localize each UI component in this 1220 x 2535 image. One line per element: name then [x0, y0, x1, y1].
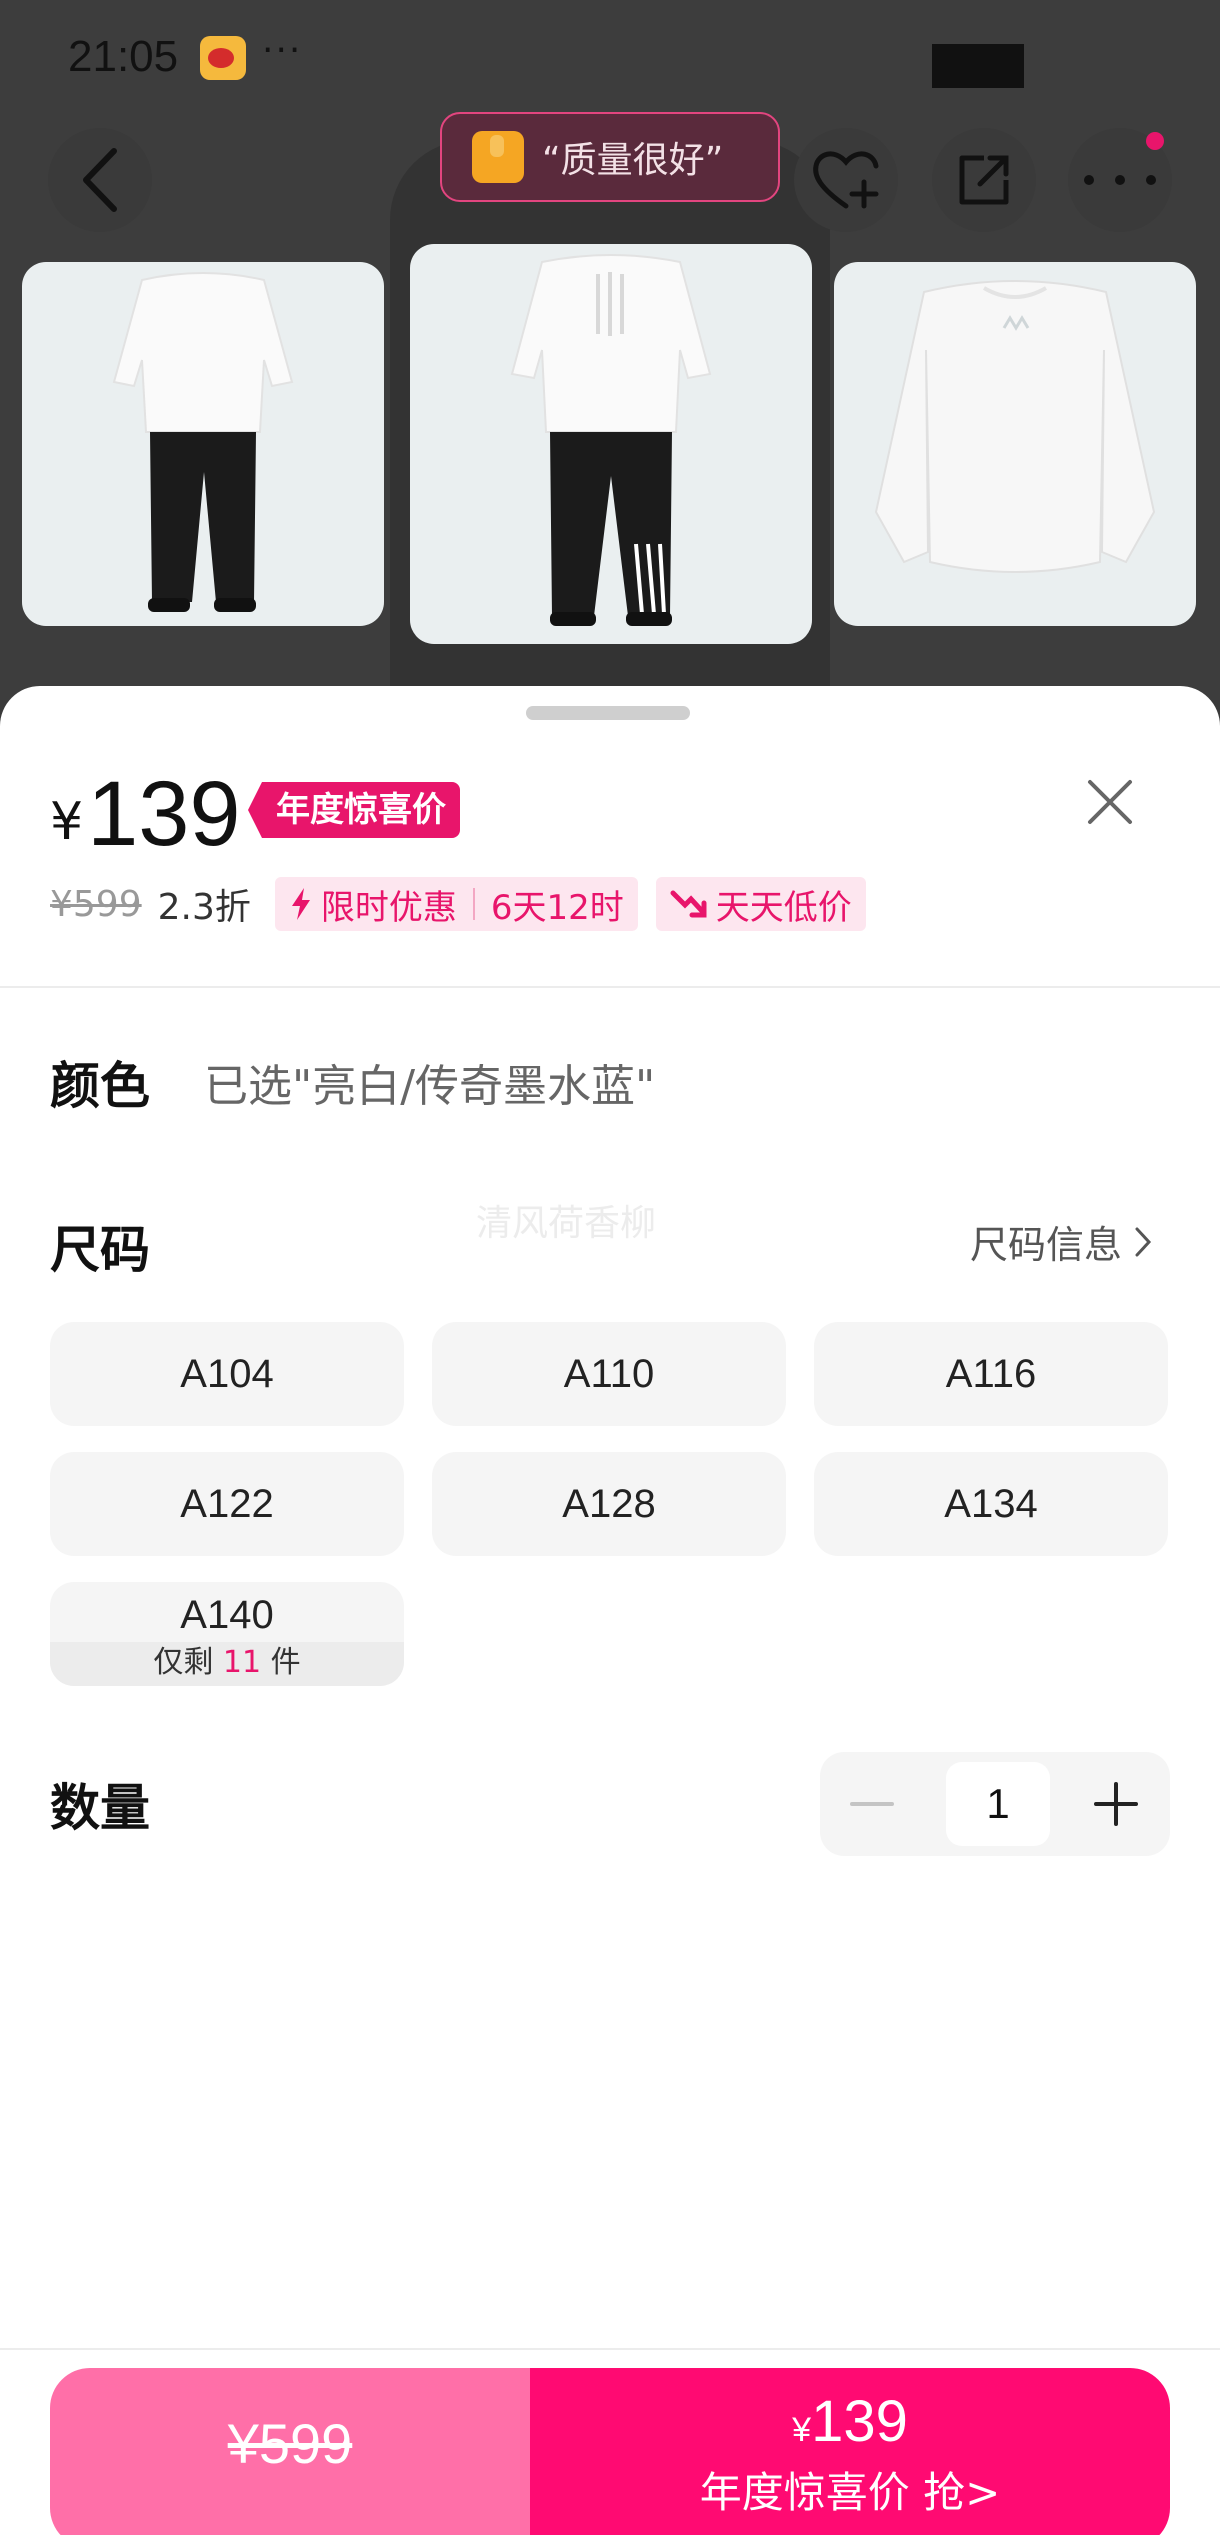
outfit-back-image [510, 254, 712, 626]
promo-price-badge: 年度惊喜价 [248, 782, 460, 838]
buy-currency: ¥ [792, 2411, 812, 2449]
status-indicators [932, 44, 1024, 88]
color-section-label: 颜色 [50, 1057, 150, 1115]
low-stock-count: 11 [222, 1645, 262, 1680]
size-option-a140[interactable]: A140 仅剩 11 件 [50, 1582, 404, 1686]
minus-icon [850, 1802, 894, 1806]
more-icon [1084, 175, 1156, 185]
buy-price-value: 139 [811, 2389, 908, 2454]
size-info-link[interactable]: 尺码信息 [970, 1214, 1152, 1269]
quantity-stepper: 1 [820, 1752, 1170, 1856]
size-option-a134[interactable]: A134 [814, 1452, 1168, 1556]
tag-separator [472, 888, 475, 920]
original-price-button[interactable]: ¥599 [50, 2368, 530, 2535]
quantity-decrease-button[interactable] [842, 1774, 902, 1834]
current-price: 139 [87, 763, 241, 865]
original-price: ¥599 [50, 883, 142, 925]
size-option-label: A140 [180, 1593, 274, 1637]
thumbs-up-icon [472, 131, 524, 183]
favorite-button[interactable] [794, 128, 898, 232]
chevron-right-icon [1135, 1227, 1152, 1256]
status-time: 21:05 [68, 32, 179, 81]
quality-review-badge[interactable]: “质量很好” [440, 112, 780, 202]
daily-low-price-tag: 天天低价 [655, 877, 866, 931]
sheet-drag-handle[interactable] [526, 706, 690, 720]
quantity-value[interactable]: 1 [946, 1762, 1050, 1846]
product-gallery-backdrop: 21:05 ··· “质量很好” [0, 0, 1220, 700]
notification-dot [1146, 132, 1164, 150]
size-info-label: 尺码信息 [970, 1223, 1123, 1267]
back-icon [83, 148, 117, 212]
selected-color-text: 已选"亮白/传奇墨水蓝" [204, 1061, 656, 1112]
buy-price: ¥139 [792, 2388, 908, 2455]
size-option-a110[interactable]: A110 [432, 1322, 786, 1426]
low-stock-prefix: 仅剩 [153, 1645, 214, 1680]
daily-low-price-label: 天天低价 [715, 887, 852, 928]
discount-rate: 2.3折 [157, 887, 251, 928]
buy-now-button[interactable]: ¥139 年度惊喜价 抢> [530, 2368, 1170, 2535]
size-option-a122[interactable]: A122 [50, 1452, 404, 1556]
section-divider [0, 986, 1220, 988]
quantity-increase-button[interactable] [1086, 1774, 1146, 1834]
size-section-label: 尺码 [50, 1221, 150, 1279]
color-thumbnail-2-selected[interactable] [410, 244, 812, 644]
color-thumbnail-strip [22, 244, 1202, 664]
watermark-text: 清风荷香柳 [476, 1203, 657, 1244]
limited-offer-label: 限时优惠 [320, 887, 457, 928]
offer-countdown: 6天12时 [490, 887, 624, 928]
low-stock-suffix: 件 [270, 1645, 301, 1680]
size-option-a128[interactable]: A128 [432, 1452, 786, 1556]
share-icon [959, 155, 1009, 205]
weibo-icon [200, 36, 246, 80]
size-option-a104[interactable]: A104 [50, 1322, 404, 1426]
status-dots: ··· [262, 30, 303, 71]
favorite-add-icon [813, 151, 879, 209]
size-option-a116[interactable]: A116 [814, 1322, 1168, 1426]
close-icon [1088, 780, 1132, 824]
price-row: ¥ 139 [50, 764, 241, 864]
back-button[interactable] [48, 128, 152, 232]
status-bar: 21:05 ··· [0, 0, 1220, 120]
quality-review-text: “质量很好” [542, 140, 724, 181]
purchase-bar: ¥599 ¥139 年度惊喜价 抢> [50, 2368, 1170, 2535]
lightning-icon [291, 888, 310, 920]
price-details-row: ¥599 2.3折 限时优惠 6天12时 天天低价 [50, 876, 866, 932]
quantity-section-label: 数量 [50, 1779, 150, 1837]
sku-selector-sheet: ¥ 139 年度惊喜价 ¥599 2.3折 限时优惠 6天12时 天天低价 颜色… [0, 686, 1220, 2535]
limited-offer-tag: 限时优惠 6天12时 [274, 877, 638, 931]
color-thumbnail-1[interactable] [22, 262, 384, 626]
bottom-divider [0, 2348, 1220, 2350]
currency-symbol: ¥ [50, 792, 84, 852]
low-stock-note: 仅剩 11 件 [50, 1642, 404, 1686]
close-button[interactable] [1080, 772, 1140, 832]
buy-cta-label: 年度惊喜价 抢> [699, 2468, 1001, 2517]
sweatshirt-image [874, 280, 1156, 573]
trend-down-icon [670, 890, 707, 918]
plus-icon [1094, 1782, 1138, 1826]
outfit-front-image [112, 272, 294, 612]
color-thumbnail-3[interactable] [834, 262, 1196, 626]
share-button[interactable] [932, 128, 1036, 232]
